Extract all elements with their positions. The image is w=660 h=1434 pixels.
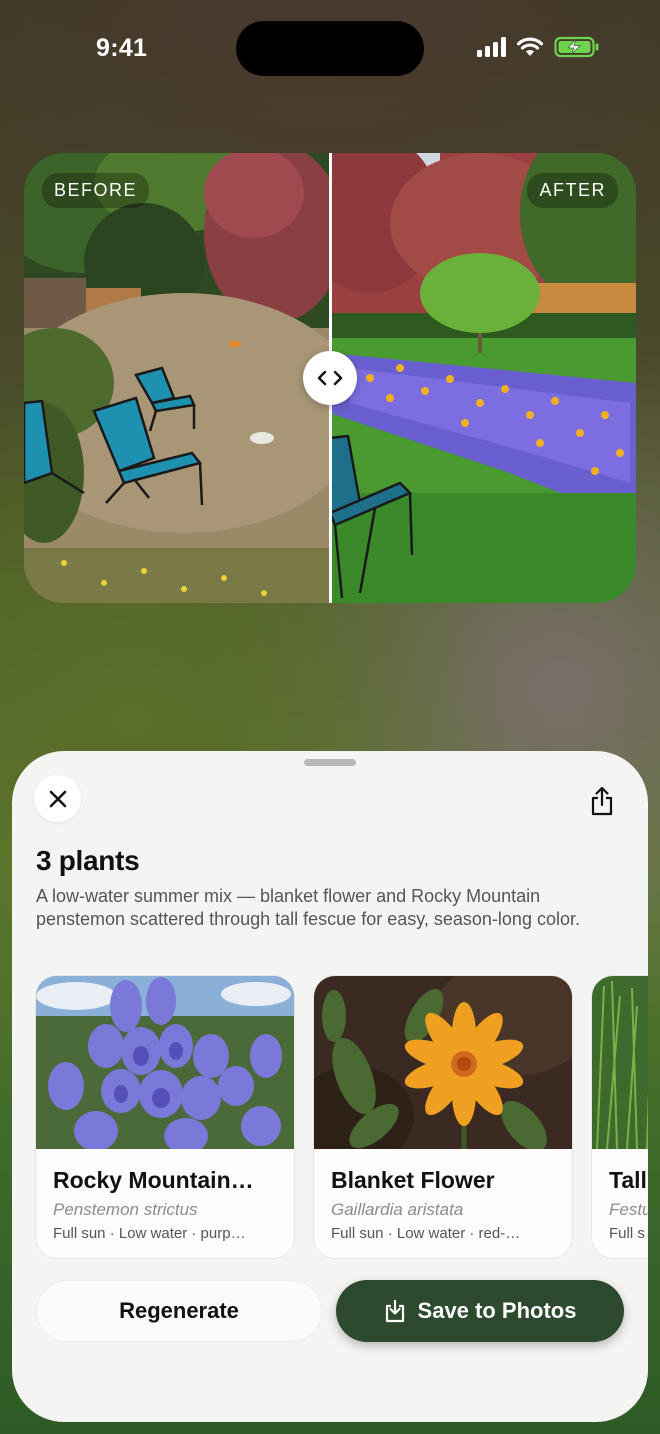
comparison-slider-handle[interactable] [303, 351, 357, 405]
plant-scientific-name: Gaillardia aristata [331, 1200, 464, 1219]
sheet-title: 3 plants [36, 845, 140, 876]
plant-scientific-name: Penstemon strictus [53, 1200, 198, 1219]
plant-meta: Full sun · Low water · red-… [331, 1225, 521, 1242]
save-download-icon [385, 1299, 404, 1323]
close-icon [49, 790, 66, 807]
plant-photo-penstemon [36, 976, 294, 1149]
plant-meta: Full s [609, 1225, 645, 1242]
status-bar: 9:41 [0, 0, 660, 96]
dynamic-island [236, 21, 424, 76]
share-button[interactable] [584, 781, 620, 821]
cellular-signal-icon [477, 37, 506, 57]
close-button[interactable] [34, 775, 81, 822]
regenerate-button[interactable]: Regenerate [36, 1280, 322, 1342]
status-icons [477, 36, 600, 58]
plant-name: Rocky Mountain… [53, 1167, 254, 1193]
plant-name: Tall [609, 1167, 647, 1193]
chevron-left-right-icon [317, 370, 343, 386]
plant-meta: Full sun · Low water · purp… [53, 1225, 246, 1242]
after-image [330, 153, 636, 603]
plant-scientific-name: Festu [609, 1200, 648, 1219]
before-image [24, 153, 330, 603]
plant-name: Blanket Flower [331, 1167, 495, 1193]
sheet-grabber[interactable] [304, 759, 356, 766]
wifi-icon [516, 37, 544, 56]
plants-sheet: 3 plants A low-water summer mix — blanke… [12, 751, 648, 1422]
before-label: BEFORE [42, 173, 150, 208]
battery-charging-icon [554, 36, 599, 58]
sheet-description: A low-water summer mix — blanket flower … [36, 886, 580, 929]
before-after-comparison[interactable]: BEFORE AFTER [24, 153, 636, 603]
plant-photo-blanket-flower [314, 976, 572, 1149]
status-time: 9:41 [96, 34, 148, 62]
plant-photo-tall-fescue [592, 976, 648, 1149]
after-label: AFTER [527, 173, 618, 208]
plant-card[interactable]: Rocky Mountain… Penstemon strictus Full … [35, 975, 295, 1259]
save-button-label: Save to Photos [417, 1298, 577, 1323]
save-to-photos-button[interactable]: Save to Photos [336, 1280, 624, 1342]
share-icon [591, 786, 613, 816]
plant-card[interactable]: Blanket Flower Gaillardia aristata Full … [313, 975, 573, 1259]
plant-card-carousel[interactable]: Rocky Mountain… Penstemon strictus Full … [35, 975, 648, 1259]
plant-card[interactable]: Tall Festu Full s [591, 975, 648, 1259]
